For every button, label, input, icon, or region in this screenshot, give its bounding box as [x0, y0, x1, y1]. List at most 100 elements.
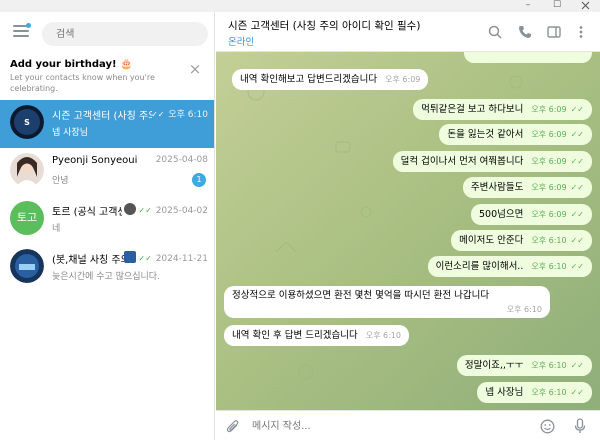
avatar: 토고	[10, 201, 44, 235]
search-box[interactable]	[42, 22, 208, 46]
message-text: 내역 확인해보고 답변드리겠습니다	[240, 74, 378, 85]
chat-name: (봇,채널 사칭 주의)	[52, 255, 124, 266]
message-time: 오후 6:10	[531, 236, 567, 245]
chat-last-message: 늦은시간에 수고 많으십니다.	[52, 272, 160, 282]
sidebar-toggle-icon[interactable]	[547, 25, 561, 39]
message-composer	[216, 410, 600, 440]
message-bubble: 정상적으로 이용하셨으면 환전 몇천 몇억을 따시던 환전 나갑니다오후 6:1…	[224, 286, 550, 318]
chat-time-text: 2024-11-21	[155, 254, 208, 264]
sender-avatar	[124, 251, 137, 263]
message-text: 정상적으로 이용하셨으면 환전 몇천 몇억을 따시던 환전 나갑니다	[232, 290, 490, 301]
mic-icon[interactable]	[574, 418, 586, 437]
minimize-button[interactable]: –	[514, 0, 542, 12]
double-check-icon: ✓✓	[570, 183, 584, 192]
message-text: 주변사람들도	[470, 182, 524, 193]
message-text: 넵 사장님	[485, 387, 524, 398]
double-check-icon: ✓✓	[138, 206, 152, 215]
menu-notification-dot	[26, 23, 31, 28]
chat-time-text: 2025-04-02	[155, 206, 208, 216]
chat-time: ✓✓ 오후 6:10	[151, 107, 208, 120]
message-bubble: 덜컥 겁이나서 먼저 여쭤봅니다 오후 6:09 ✓✓	[392, 151, 592, 172]
double-check-icon: ✓✓	[570, 105, 584, 114]
chat-name: 시즌 고객센터 (사칭 주의 아이디 확인 필수)	[52, 111, 152, 122]
message-bubble: 내역 확인해보고 답변드리겠습니다 오후 6:09	[232, 69, 429, 90]
double-check-icon: ✓✓	[570, 157, 584, 166]
message-bubble: 먹튀같은걸 보고 하다보니 오후 6:09 ✓✓	[413, 99, 592, 120]
avatar	[10, 249, 44, 283]
chat-time: ✓✓ 2024-11-21	[124, 251, 208, 264]
chat-last-message: 안녕	[52, 176, 69, 186]
double-check-icon: ✓✓	[570, 236, 584, 245]
message-time: 오후 6:10	[531, 388, 567, 397]
svg-text:S: S	[24, 118, 30, 127]
message-text: 덜컥 겁이나서 먼저 여쭤봅니다	[400, 156, 524, 167]
maximize-button[interactable]: ☐	[543, 0, 571, 12]
message-time: 오후 6:09	[385, 75, 421, 84]
chat-time: ✓✓ 2025-04-02	[124, 203, 208, 216]
message-area[interactable]: 내역 확인해보고 답변드리겠습니다 오후 6:09 먹튀같은걸 보고 하다보니 오후…	[216, 52, 600, 410]
chat-item-bot-warning[interactable]: (봇,채널 사칭 주의) ✓✓ 2024-11-21 늦은시간에 수고 많으십니…	[0, 244, 214, 292]
message-bubble: 넵 사장님 오후 6:10 ✓✓	[477, 382, 592, 403]
chat-list-sidebar: Add your birthday! 🎂 Let your contacts k…	[0, 12, 215, 440]
message-time: 오후 6:09	[531, 130, 567, 139]
message-time: 오후 6:10	[531, 361, 567, 370]
online-status: 온라인	[228, 37, 255, 48]
avatar	[10, 153, 44, 187]
double-check-icon: ✓✓	[570, 130, 584, 139]
message-text: 메이저도 안준다	[459, 235, 524, 246]
window-close-icon[interactable]	[571, 0, 599, 12]
message-bubble: 정말이죠,,ㅜㅜ 오후 6:10 ✓✓	[456, 355, 592, 376]
message-time: 오후 6:10	[531, 262, 567, 271]
message-text: 이런소리를 많이해서..	[435, 261, 524, 272]
message-time: 오후 6:09	[531, 210, 567, 219]
message-text: 돈을 잃는것 같아서	[447, 129, 524, 140]
more-icon[interactable]	[574, 25, 588, 39]
sidebar-top	[0, 12, 215, 52]
chat-item-pyeonji[interactable]: Pyeonji Sonyeoui 2025-04-08 안녕 1	[0, 148, 214, 196]
message-bubble: 주변사람들도 오후 6:09 ✓✓	[462, 177, 592, 198]
double-check-icon: ✓✓	[138, 254, 152, 263]
message-bubble: 이런소리를 많이해서.. 오후 6:10 ✓✓	[427, 256, 592, 277]
birthday-title: Add your birthday! 🎂	[10, 59, 133, 70]
chat-item-thor[interactable]: 토고 토르 (공식 고객센터) ✓✓ 2025-04-02 네	[0, 196, 214, 244]
close-icon[interactable]: ×	[188, 62, 202, 77]
message-bubble: 500넘으면 오후 6:09 ✓✓	[471, 204, 592, 225]
chat-time-text: 오후 6:10	[168, 110, 208, 120]
phone-icon[interactable]	[518, 25, 532, 39]
double-check-icon: ✓✓	[570, 210, 584, 219]
message-bubble: 돈을 잃는것 같아서 오후 6:09 ✓✓	[439, 124, 592, 145]
message-time: 오후 6:09	[531, 157, 567, 166]
message-bubble: 메이저도 안준다 오후 6:10 ✓✓	[451, 230, 592, 251]
chat-name: 토르 (공식 고객센터)	[52, 207, 122, 218]
message-time: 오후 6:09	[531, 183, 567, 192]
chat-last-message: 넵 사장님	[52, 128, 88, 138]
message-input[interactable]	[252, 416, 532, 436]
sender-avatar	[124, 203, 137, 215]
attach-icon[interactable]	[226, 419, 240, 436]
message-bubble: 내역 확인 후 답변 드리겠습니다 오후 6:10	[224, 325, 409, 346]
window-titlebar: – ☐	[0, 0, 600, 12]
chat-name: Pyeonji Sonyeoui	[52, 155, 138, 166]
message-bubble-partial	[464, 52, 592, 63]
message-time: 오후 6:10	[506, 305, 542, 314]
search-icon[interactable]	[488, 25, 502, 39]
chat-header: 시즌 고객센터 (사칭 주의 아이디 확인 필수) 온라인	[216, 12, 600, 52]
double-check-icon: ✓✓	[151, 110, 165, 119]
message-time: 오후 6:09	[531, 105, 567, 114]
message-text: 먹튀같은걸 보고 하다보니	[421, 104, 524, 115]
emoji-icon[interactable]	[540, 419, 555, 437]
birthday-banner[interactable]: Add your birthday! 🎂 Let your contacts k…	[0, 56, 215, 100]
unread-badge: 1	[192, 173, 206, 187]
message-time: 오후 6:10	[365, 331, 401, 340]
double-check-icon: ✓✓	[570, 388, 584, 397]
double-check-icon: ✓✓	[570, 361, 584, 370]
chat-title[interactable]: 시즌 고객센터 (사칭 주의 아이디 확인 필수)	[228, 18, 420, 33]
avatar: S	[10, 105, 44, 139]
message-text: 500넘으면	[479, 209, 524, 220]
chat-item-season-support[interactable]: S 시즌 고객센터 (사칭 주의 아이디 확인 필수) ✓✓ 오후 6:10 넵…	[0, 100, 214, 148]
chat-time: 2025-04-08	[155, 155, 208, 165]
message-text: 정말이죠,,ㅜㅜ	[464, 360, 524, 371]
birthday-text: Let your contacts know when you're celeb…	[10, 73, 155, 93]
search-input[interactable]	[42, 22, 208, 46]
double-check-icon: ✓✓	[570, 262, 584, 271]
